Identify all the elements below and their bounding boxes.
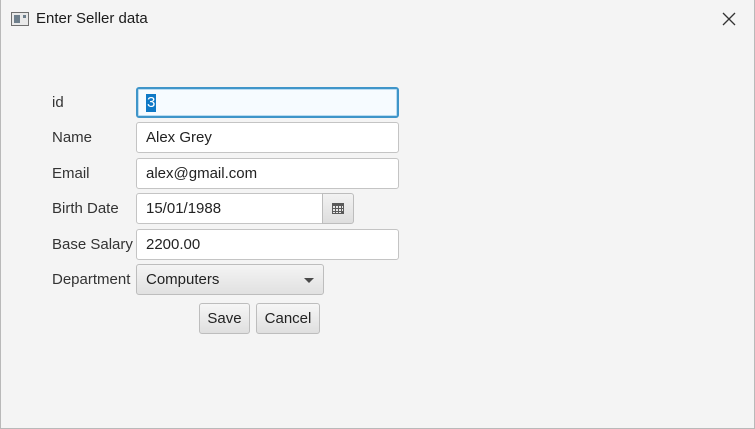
chevron-down-icon	[304, 278, 314, 283]
base-salary-input[interactable]: 2200.00	[136, 229, 399, 260]
calendar-icon	[332, 203, 344, 214]
title-bar[interactable]: Enter Seller data	[1, 0, 754, 38]
save-button[interactable]: Save	[199, 303, 250, 334]
window-title: Enter Seller data	[36, 10, 148, 27]
date-picker-button[interactable]	[322, 193, 354, 224]
email-value: alex@gmail.com	[146, 165, 258, 182]
birth-date-input[interactable]: 15/01/1988	[136, 193, 323, 224]
name-input[interactable]: Alex Grey	[136, 122, 399, 153]
birth-date-value: 15/01/1988	[146, 200, 222, 217]
dialog-window: Enter Seller data id 3 Name Alex Grey Em…	[0, 0, 755, 429]
email-label: Email	[52, 165, 90, 182]
cancel-button[interactable]: Cancel	[256, 303, 320, 334]
base-salary-label: Base Salary	[52, 236, 133, 253]
close-button[interactable]	[712, 4, 746, 34]
close-icon	[722, 12, 736, 26]
email-input[interactable]: alex@gmail.com	[136, 158, 399, 189]
id-input[interactable]: 3	[136, 87, 399, 118]
base-salary-value: 2200.00	[146, 236, 201, 253]
id-value: 3	[146, 93, 157, 112]
department-selected-value: Computers	[146, 271, 220, 288]
department-select[interactable]: Computers	[136, 264, 324, 295]
app-window-icon	[11, 12, 29, 26]
name-label: Name	[52, 129, 93, 146]
id-label: id	[52, 94, 64, 111]
name-value: Alex Grey	[146, 129, 212, 146]
birth-date-label: Birth Date	[52, 200, 119, 217]
department-label: Department	[52, 271, 131, 288]
